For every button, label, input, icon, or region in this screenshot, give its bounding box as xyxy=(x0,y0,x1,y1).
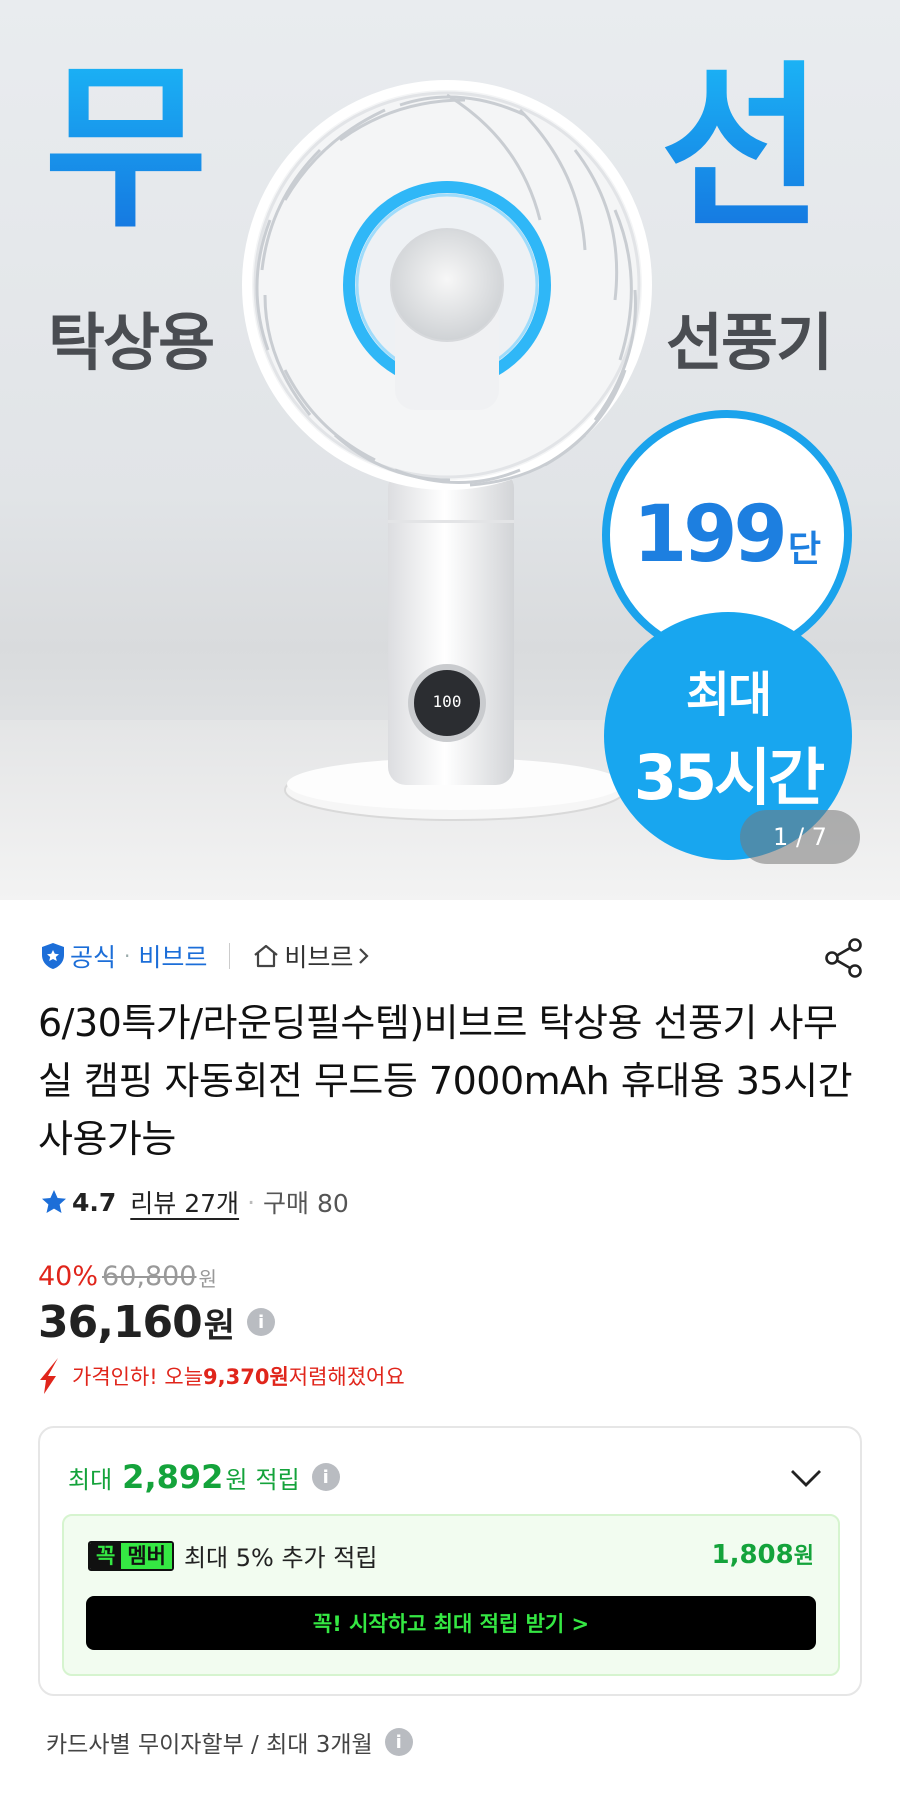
product-image[interactable]: 무 선 탁상용 선풍기 100 199 단 최대 35시간 1 / 7 xyxy=(0,0,900,900)
official-label: 공식 xyxy=(70,943,117,972)
home-icon xyxy=(254,944,279,968)
original-price-unit: 원 xyxy=(198,1267,217,1291)
original-price: 60,800 xyxy=(102,1261,197,1292)
store-link-label: 비브르 xyxy=(284,943,354,972)
price-down-arrow-icon xyxy=(40,1358,58,1394)
badge-35-line1: 최대 xyxy=(685,667,772,723)
discount-percent: 40% xyxy=(38,1261,99,1292)
star-icon xyxy=(42,1190,66,1213)
chevron-down-icon[interactable] xyxy=(788,1466,824,1490)
member-points-box: 꼭 멤버 최대 5% 추가 적립 1,808원 꼭! 시작하고 최대 적립 받기… xyxy=(62,1514,840,1676)
installment-row: 카드사별 무이자할부 / 최대 3개월 i xyxy=(46,1724,413,1760)
official-badge: 공식 xyxy=(40,938,116,974)
member-points-amount: 1,808원 xyxy=(712,1538,815,1570)
points-info-icon[interactable]: i xyxy=(311,1463,340,1491)
badge-199-number: 199 xyxy=(633,490,788,580)
installment-info-icon[interactable]: i xyxy=(384,1728,413,1756)
member-amount-value: 1,808 xyxy=(711,1540,794,1570)
price-info-icon[interactable]: i xyxy=(247,1308,276,1336)
price-drop-suffix: 저렴해졌어요 xyxy=(288,1365,405,1389)
rating-row: 4.7 리뷰 27개 · 구매 80 xyxy=(40,1182,349,1222)
final-price: 36,160 xyxy=(38,1296,203,1348)
member-signup-button[interactable]: 꼭! 시작하고 최대 적립 받기 > xyxy=(86,1596,816,1650)
final-price-unit: 원 xyxy=(203,1305,236,1346)
member-desc: 최대 5% 추가 적립 xyxy=(183,1544,378,1572)
points-unit: 원 xyxy=(225,1465,248,1494)
store-row: 공식 · 비브르 비브르 xyxy=(40,936,375,976)
price-drop-prefix: 가격인하! 오늘 xyxy=(72,1365,204,1389)
image-counter: 1 / 7 xyxy=(740,810,860,864)
badge-199-unit: 단 xyxy=(787,529,821,570)
member-amount-unit: 원 xyxy=(793,1544,814,1569)
divider xyxy=(229,943,231,969)
rating-score: 4.7 xyxy=(72,1187,117,1217)
product-title: 6/30특가/라운딩필수템)비브르 탁상용 선풍기 사무실 캠핑 자동회전 무드… xyxy=(38,1001,853,1161)
review-count-link[interactable]: 리뷰 27개 xyxy=(130,1184,239,1220)
share-icon[interactable] xyxy=(822,936,866,980)
discount-row: 40% 60,800 원 xyxy=(38,1258,217,1292)
points-header[interactable]: 최대 2,892 원 적립 i xyxy=(68,1458,340,1496)
separator-dot: · xyxy=(124,944,131,968)
points-card: 최대 2,892 원 적립 i 꼭 멤버 최대 5% 추가 적립 1,808원 … xyxy=(38,1426,862,1696)
shield-icon xyxy=(42,943,64,969)
member-badge-b: 멤버 xyxy=(121,1542,172,1569)
badge-35-line2: 35시간 xyxy=(633,741,825,814)
installment-text: 카드사별 무이자할부 / 최대 3개월 xyxy=(46,1732,373,1758)
price-drop-amount: 9,370원 xyxy=(203,1365,289,1389)
brand-name[interactable]: 비브르 xyxy=(138,938,207,974)
points-max-amount: 2,892 xyxy=(122,1458,224,1496)
member-badge: 꼭 멤버 xyxy=(88,1540,174,1571)
fan-display-readout: 100 xyxy=(432,692,462,711)
price-row: 36,160 원 i xyxy=(38,1294,276,1350)
member-line: 꼭 멤버 최대 5% 추가 적립 xyxy=(88,1538,377,1573)
purchase-count: 구매 80 xyxy=(263,1189,349,1218)
store-link[interactable]: 비브르 xyxy=(252,938,375,974)
chevron-right-icon xyxy=(359,948,369,964)
member-badge-a: 꼭 xyxy=(90,1542,122,1569)
points-max-label: 최대 xyxy=(68,1465,113,1494)
separator-dot: · xyxy=(247,1187,256,1217)
price-drop-notice: 가격인하! 오늘 9,370원 저렴해졌어요 xyxy=(38,1354,405,1398)
points-earn-label: 적립 xyxy=(255,1465,300,1494)
